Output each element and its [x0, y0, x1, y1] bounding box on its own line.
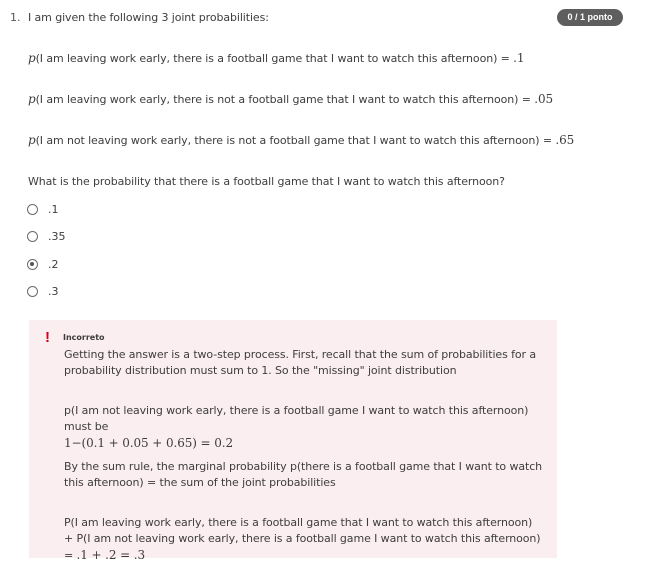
feedback-text: p(I am not leaving work early, there is … — [64, 404, 529, 433]
question-title: I am given the following 3 joint probabi… — [28, 11, 269, 24]
feedback-paragraph: P(I am leaving work early, there is a fo… — [64, 515, 544, 564]
feedback-math: .1 + .2 = .3 — [76, 548, 146, 562]
answer-option-selected[interactable]: .2 — [27, 258, 59, 271]
statement-value: .05 — [534, 92, 554, 106]
joint-probability-statement: p(I am leaving work early, there is not … — [28, 92, 553, 106]
feedback-math: 1−(0.1 + 0.05 + 0.65) = 0.2 — [64, 436, 234, 450]
statement-value: .65 — [555, 133, 575, 147]
question-prompt: What is the probability that there is a … — [28, 175, 505, 188]
statement-text: (I am not leaving work early, there is n… — [35, 134, 556, 147]
feedback-paragraph: p(I am not leaving work early, there is … — [64, 403, 544, 452]
option-label: .2 — [48, 258, 59, 271]
joint-probability-statement: p(I am not leaving work early, there is … — [28, 133, 574, 147]
option-label: .1 — [48, 203, 59, 216]
radio-button[interactable] — [27, 204, 38, 215]
statement-text: (I am leaving work early, there is a foo… — [35, 52, 514, 65]
score-badge: 0 / 1 ponto — [557, 9, 623, 26]
feedback-paragraph: Getting the answer is a two-step process… — [64, 348, 536, 377]
answer-option[interactable]: .1 — [27, 203, 59, 216]
exclamation-icon: ! — [45, 329, 50, 346]
radio-button-checked[interactable] — [27, 259, 38, 270]
feedback-paragraph: By the sum rule, the marginal probabilit… — [64, 460, 543, 489]
statement-text: (I am leaving work early, there is not a… — [35, 93, 535, 106]
option-label: .35 — [48, 230, 66, 243]
feedback-status: Incorreto — [63, 333, 105, 342]
feedback-panel: ! Incorreto Getting the answer is a two-… — [29, 320, 557, 562]
answer-option[interactable]: .3 — [27, 285, 59, 298]
answer-option[interactable]: .35 — [27, 230, 66, 243]
statement-value: .1 — [513, 51, 525, 65]
probability-symbol: p — [28, 133, 36, 147]
question-number: 1. — [10, 11, 21, 24]
radio-button[interactable] — [27, 286, 38, 297]
probability-symbol: p — [28, 92, 36, 106]
joint-probability-statement: p(I am leaving work early, there is a fo… — [28, 51, 525, 65]
option-label: .3 — [48, 285, 59, 298]
probability-symbol: p — [28, 51, 36, 65]
radio-button[interactable] — [27, 231, 38, 242]
